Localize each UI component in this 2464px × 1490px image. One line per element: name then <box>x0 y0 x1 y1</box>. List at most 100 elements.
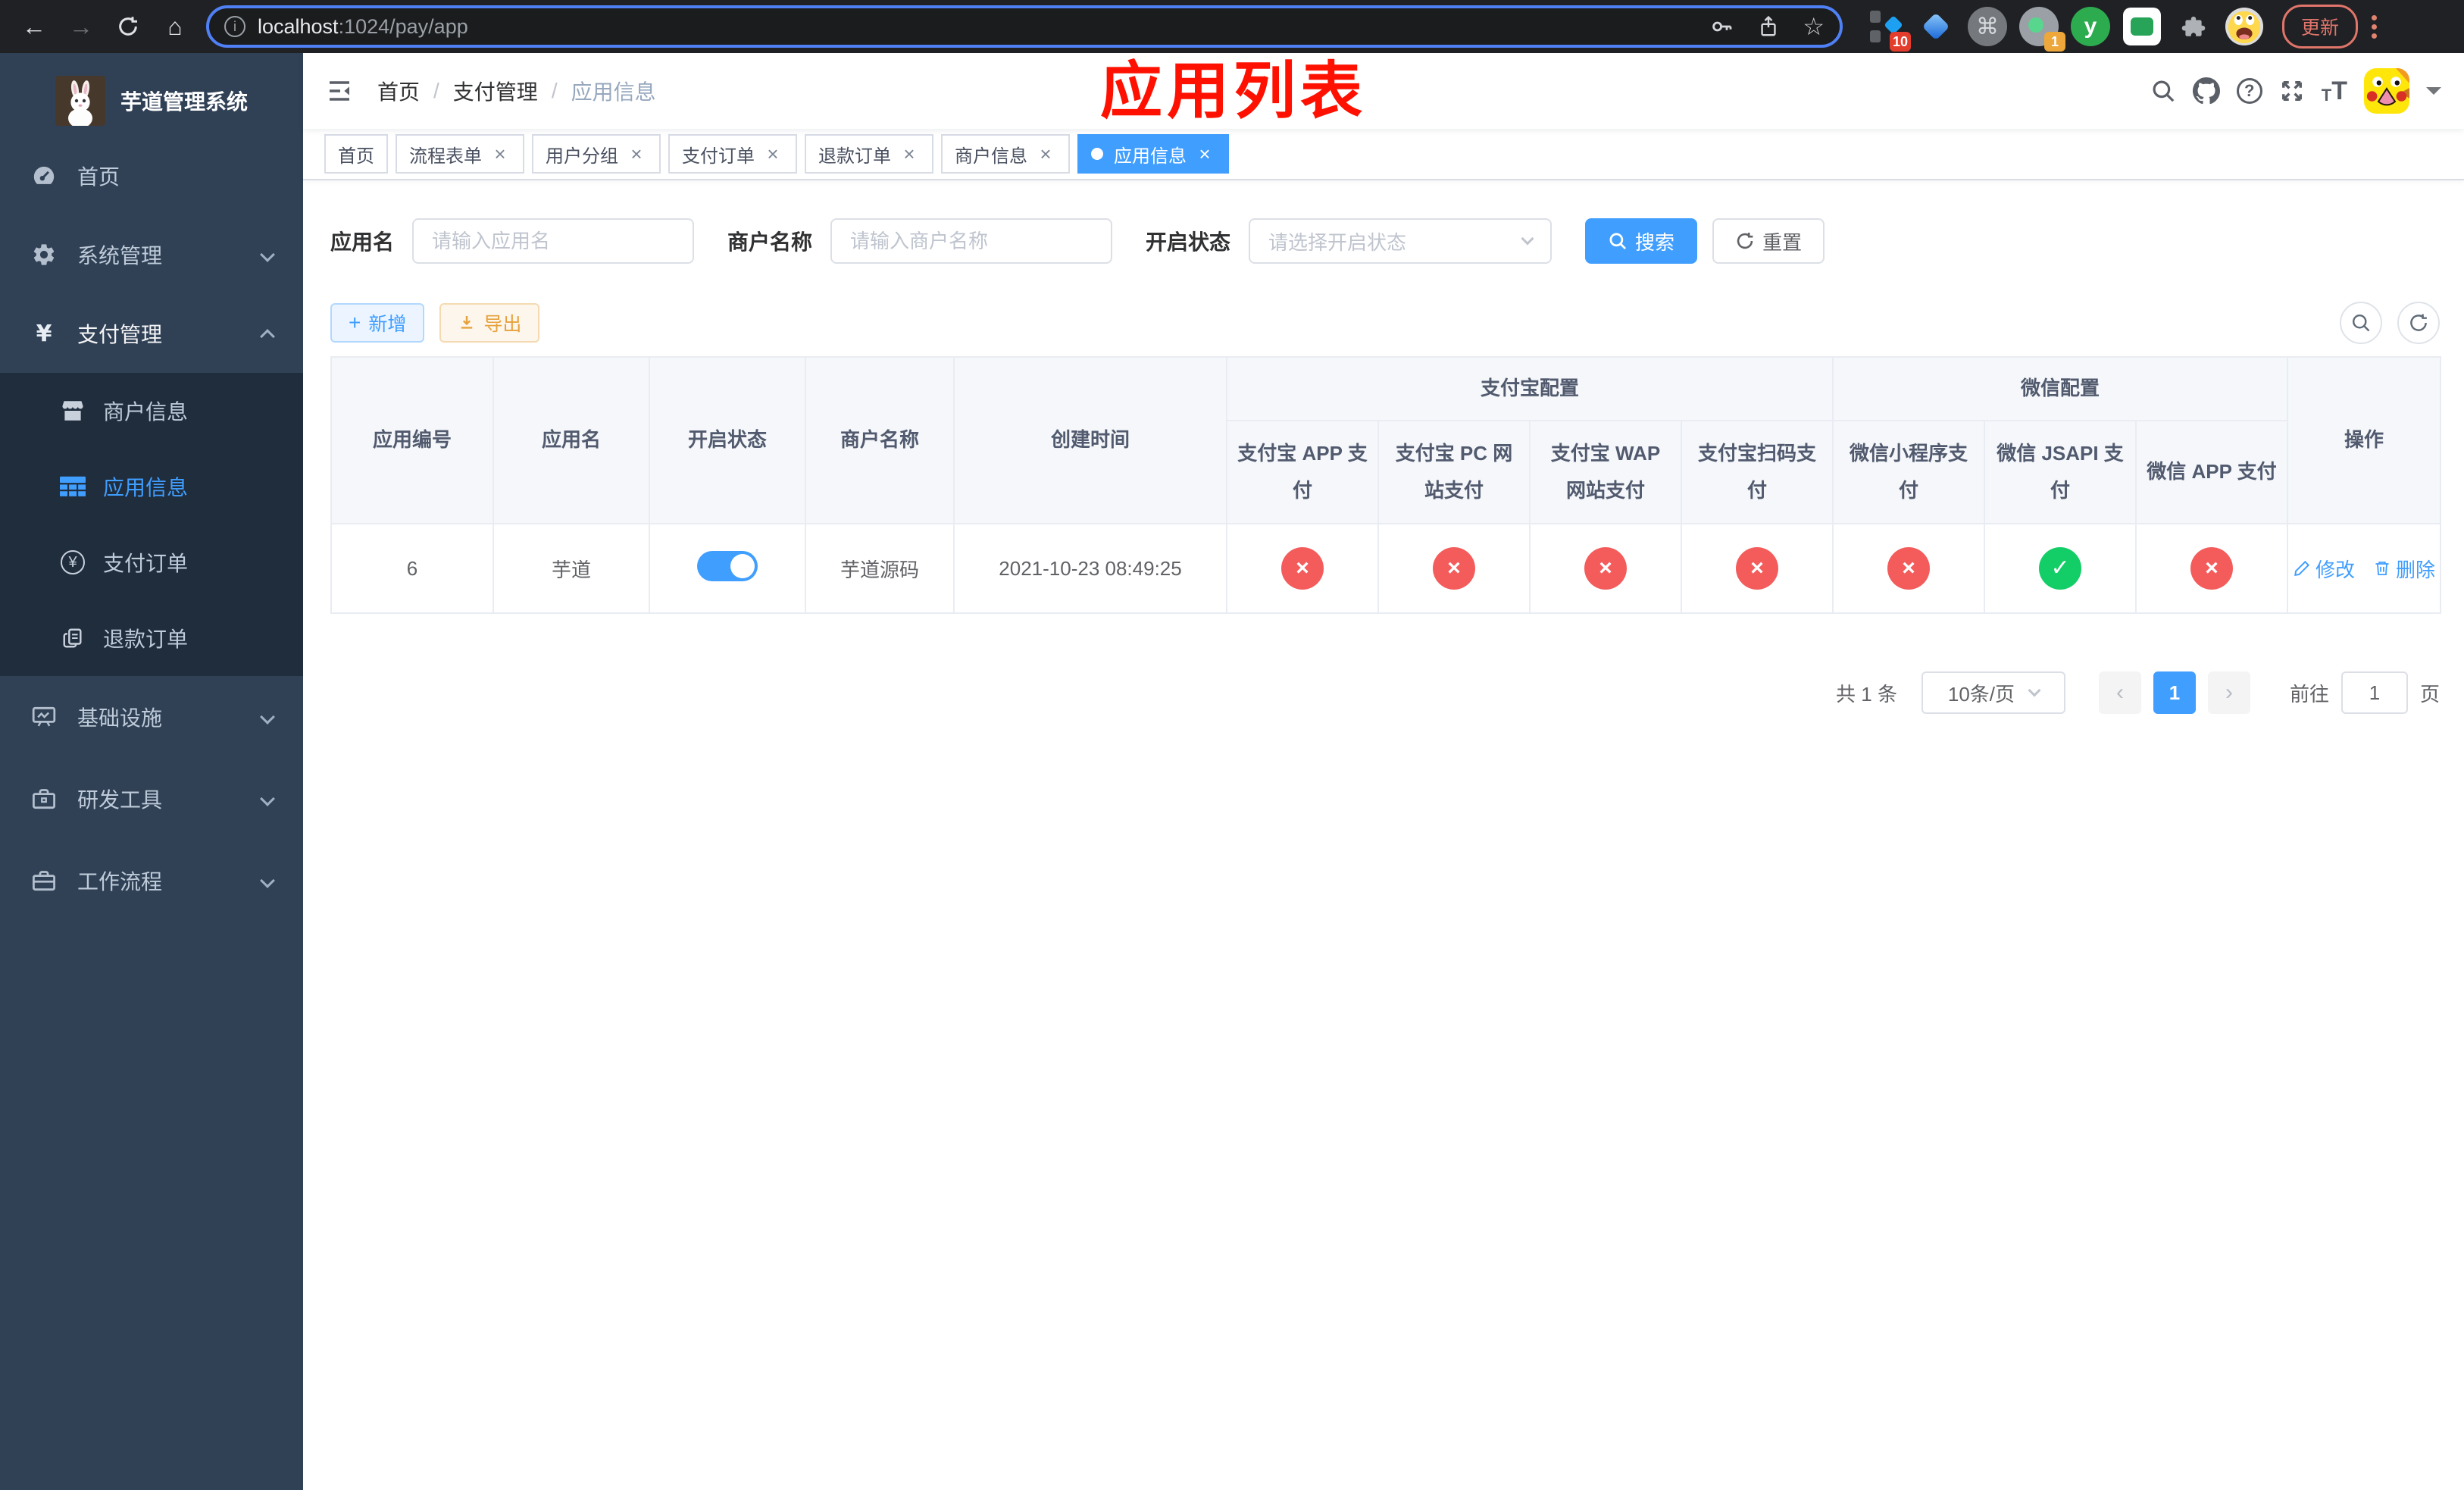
col-alipay-wap: 支付宝 WAP 网站支付 <box>1529 420 1682 524</box>
add-button[interactable]: + 新增 <box>330 303 425 343</box>
tab-app-info[interactable]: 应用信息 × <box>1077 134 1229 174</box>
tab-home[interactable]: 首页 <box>324 134 388 174</box>
reset-button[interactable]: 重置 <box>1712 218 1825 264</box>
extension-chat-icon[interactable] <box>2122 6 2162 47</box>
close-icon[interactable]: × <box>489 144 511 164</box>
export-button[interactable]: 导出 <box>439 303 540 343</box>
password-key-icon[interactable] <box>1710 14 1734 39</box>
delete-link[interactable]: 删除 <box>2373 555 2435 583</box>
page-1-button[interactable]: 1 <box>2153 671 2196 714</box>
tab-refund-orders[interactable]: 退款订单 × <box>805 134 933 174</box>
sidebar-fold-icon[interactable] <box>326 79 353 103</box>
sidebar-item-refund-orders[interactable]: 退款订单 <box>0 600 303 676</box>
site-info-icon[interactable]: i <box>224 16 245 37</box>
breadcrumb: 首页 / 支付管理 / 应用信息 <box>377 76 656 106</box>
chevron-down-icon <box>1521 232 1534 246</box>
sidebar-item-app-info[interactable]: 应用信息 <box>0 449 303 524</box>
help-icon[interactable]: ? <box>2236 78 2262 104</box>
close-icon[interactable]: × <box>1035 144 1056 164</box>
close-icon[interactable]: × <box>1194 144 1215 164</box>
extension-record-icon[interactable]: 1 <box>2018 6 2065 52</box>
avatar[interactable] <box>2364 68 2409 114</box>
app-name-label: 应用名 <box>330 230 395 254</box>
bookmark-star-icon[interactable]: ☆ <box>1803 14 1825 39</box>
sidebar-item-infrastructure[interactable]: 基础设施 <box>0 676 303 758</box>
close-icon[interactable]: × <box>762 144 783 164</box>
cell-app-name: 芋道 <box>492 523 650 614</box>
reload-icon[interactable] <box>106 5 150 49</box>
chevron-down-icon <box>260 791 275 806</box>
goto-page-input[interactable] <box>2340 671 2408 714</box>
header-search-icon[interactable] <box>2150 78 2176 104</box>
merchant-name-label: 商户名称 <box>727 230 813 254</box>
prev-page-button[interactable]: ‹ <box>2098 671 2141 714</box>
dashboard-icon <box>30 163 58 189</box>
breadcrumb-payment[interactable]: 支付管理 <box>453 76 538 106</box>
home-icon[interactable]: ⌂ <box>153 5 197 49</box>
sidebar-item-payment[interactable]: ¥ 支付管理 <box>0 294 303 373</box>
sidebar-item-pay-orders[interactable]: ¥ 支付订单 <box>0 524 303 600</box>
fullscreen-icon[interactable] <box>2279 78 2305 104</box>
status-toggle[interactable] <box>697 550 758 581</box>
extension-diamond-icon[interactable]: 10 <box>1864 6 1911 52</box>
table-row: 6 芋道 芋道源码 2021-10-23 08:49:25 × × × × × … <box>330 523 2442 614</box>
sidebar-item-workflow[interactable]: 工作流程 <box>0 840 303 922</box>
status-select[interactable]: 请选择开启状态 <box>1249 218 1553 264</box>
app-title: 芋道管理系统 <box>120 90 248 114</box>
close-icon[interactable]: × <box>626 144 647 164</box>
toggle-search-button[interactable] <box>2340 302 2382 344</box>
breadcrumb-current: 应用信息 <box>571 80 656 104</box>
sidebar-item-dev-tools[interactable]: 研发工具 <box>0 758 303 840</box>
browser-menu-icon[interactable] <box>2372 14 2378 39</box>
briefcase-icon <box>30 868 58 894</box>
caret-down-icon[interactable] <box>2426 87 2441 102</box>
sidebar-item-system[interactable]: 系统管理 <box>0 215 303 294</box>
app-name-input[interactable] <box>412 218 695 264</box>
next-page-button[interactable]: › <box>2207 671 2250 714</box>
github-icon[interactable] <box>2192 77 2220 105</box>
extension-y-icon[interactable]: y <box>2070 6 2111 47</box>
back-icon[interactable]: ← <box>12 5 56 49</box>
extension-gem-icon[interactable] <box>1915 6 1956 47</box>
tab-process-form[interactable]: 流程表单 × <box>396 134 524 174</box>
app-logo: 芋道管理系统 <box>0 53 303 136</box>
col-status: 开启状态 <box>649 356 806 524</box>
trash-icon <box>2375 562 2389 575</box>
status-check-icon: ✓ <box>2039 547 2082 590</box>
cell-alipay-qr-status: × <box>1680 523 1834 614</box>
cell-created: 2021-10-23 08:49:25 <box>953 523 1227 614</box>
tab-user-group[interactable]: 用户分组 × <box>532 134 661 174</box>
browser-update-button[interactable]: 更新 <box>2282 5 2359 49</box>
page-content: 应用名 商户名称 开启状态 请选择开启状态 搜索 重置 <box>303 180 2464 1490</box>
cell-alipay-app-status: × <box>1226 523 1379 614</box>
forward-icon[interactable]: → <box>59 5 103 49</box>
sidebar-item-home[interactable]: 首页 <box>0 136 303 215</box>
font-size-icon[interactable]: TT <box>2322 78 2347 104</box>
refresh-button[interactable] <box>2397 302 2440 344</box>
col-created: 创建时间 <box>953 356 1227 524</box>
merchant-name-input[interactable] <box>830 218 1113 264</box>
page-size-select[interactable]: 10条/页 <box>1921 671 2065 714</box>
sidebar-item-merchant-info[interactable]: 商户信息 <box>0 373 303 449</box>
tab-merchant-info[interactable]: 商户信息 × <box>941 134 1070 174</box>
share-icon[interactable] <box>1757 14 1780 39</box>
payment-submenu: 商户信息 应用信息 ¥ 支付订单 退款订单 <box>0 373 303 676</box>
status-cross-icon: × <box>1281 547 1324 590</box>
col-alipay-pc: 支付宝 PC 网站支付 <box>1377 420 1531 524</box>
logo-rabbit-image <box>55 76 105 126</box>
col-merchant: 商户名称 <box>805 356 955 524</box>
breadcrumb-home[interactable]: 首页 <box>377 76 420 106</box>
extension-command-icon[interactable]: ⌘ <box>1967 6 2008 47</box>
close-icon[interactable]: × <box>899 144 920 164</box>
profile-emoji-icon[interactable] <box>2225 7 2264 46</box>
tab-pay-orders[interactable]: 支付订单 × <box>668 134 797 174</box>
page-suffix-label: 页 <box>2419 682 2440 706</box>
col-group-wechat: 微信配置 <box>1832 356 2289 421</box>
pagination: 共 1 条 10条/页 ‹ 1 › 前往 页 <box>330 671 2440 714</box>
url-bar[interactable]: i localhost:1024/pay/app ☆ <box>206 5 1843 48</box>
edit-link[interactable]: 修改 <box>2293 555 2355 583</box>
tags-view-bar: 首页 流程表单 × 用户分组 × 支付订单 × 退款订单 × 商户信息 × 应用信息 × <box>303 129 2464 180</box>
table-toolbar: + 新增 导出 <box>330 302 2440 344</box>
search-button[interactable]: 搜索 <box>1585 218 1698 264</box>
extensions-puzzle-icon[interactable] <box>2173 6 2214 47</box>
